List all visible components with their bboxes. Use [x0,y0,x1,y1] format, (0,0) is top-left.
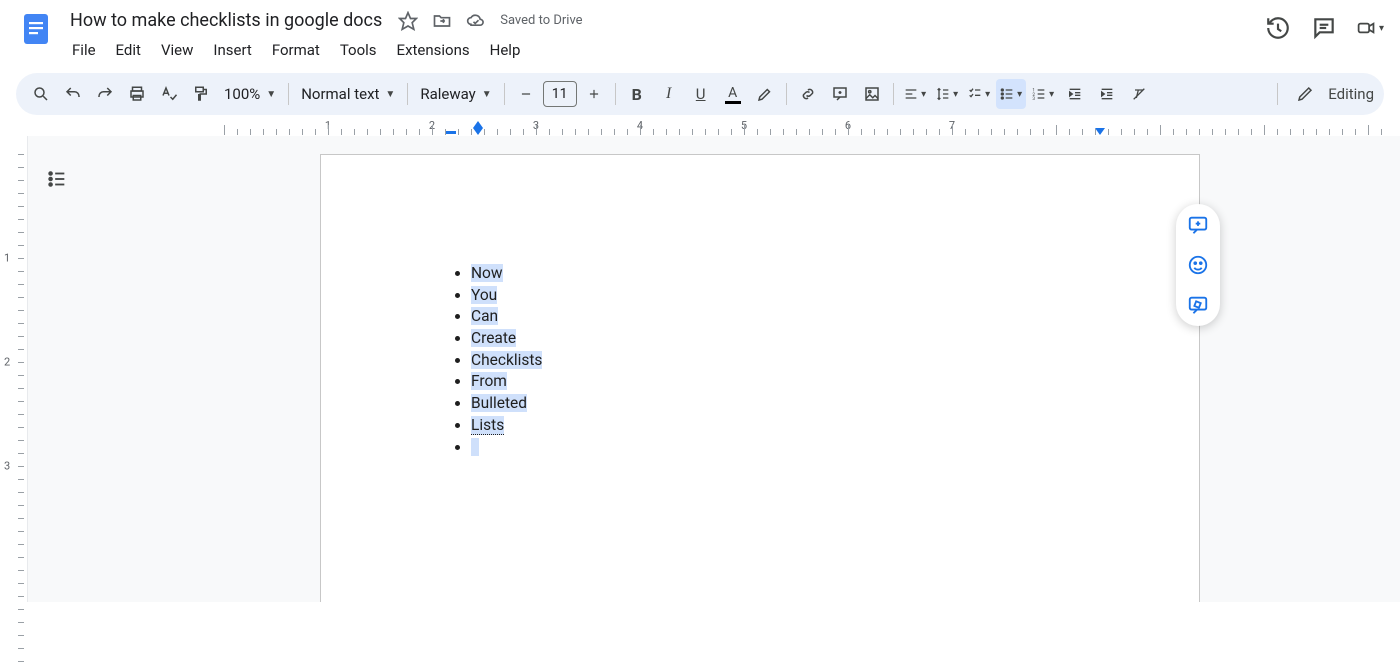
underline-icon[interactable]: U [686,79,716,109]
menu-bar: File Edit View Insert Format Tools Exten… [64,37,1264,63]
menu-tools[interactable]: Tools [332,37,385,63]
zoom-dropdown[interactable]: 100%▼ [218,85,282,103]
undo-icon[interactable] [58,79,88,109]
redo-icon[interactable] [90,79,120,109]
list-item: Checklists [471,350,1199,372]
comments-icon[interactable] [1310,14,1338,42]
document-content[interactable]: Now You Can Create Checklists From Bulle… [321,155,1199,458]
docs-logo[interactable] [16,8,56,48]
document-title[interactable]: How to make checklists in google docs [64,8,388,33]
highlight-icon[interactable] [750,79,780,109]
emoji-reaction-icon[interactable] [1187,254,1209,276]
separator [615,83,616,105]
insert-image-icon[interactable] [857,79,887,109]
insert-link-icon[interactable] [793,79,823,109]
font-size-input[interactable]: 11 [543,81,577,107]
menu-file[interactable]: File [64,37,104,63]
paint-format-icon[interactable] [186,79,216,109]
separator [504,83,505,105]
cloud-done-icon[interactable] [466,11,486,31]
increase-indent-icon[interactable] [1092,79,1122,109]
add-comment-icon[interactable] [1187,214,1209,236]
editing-mode-icon[interactable] [1290,79,1320,109]
list-item: Bulleted [471,393,1199,415]
video-call-icon[interactable] [1356,14,1384,42]
clear-format-icon[interactable] [1124,79,1154,109]
increase-font-icon[interactable] [579,79,609,109]
star-icon[interactable] [398,11,418,31]
separator [786,83,787,105]
paragraph-style-dropdown[interactable]: Normal text▼ [295,85,401,103]
vertical-ruler[interactable]: 123 [0,136,28,602]
align-icon[interactable] [900,79,930,109]
insert-comment-icon[interactable] [825,79,855,109]
decrease-indent-icon[interactable] [1060,79,1090,109]
bold-icon[interactable]: B [622,79,652,109]
document-page[interactable]: Now You Can Create Checklists From Bulle… [320,154,1200,602]
separator [1277,83,1278,105]
list-item: Create [471,328,1199,350]
menu-extensions[interactable]: Extensions [389,37,478,63]
svg-text:3: 3 [1032,96,1035,102]
toolbar: 100%▼ Normal text▼ Raleway▼ 11 B I U A 1… [16,73,1384,115]
saved-status: Saved to Drive [500,13,582,28]
list-item: Lists [471,415,1199,437]
list-item: Can [471,306,1199,328]
menu-edit[interactable]: Edit [108,37,149,63]
list-item: You [471,285,1199,307]
history-icon[interactable] [1264,14,1292,42]
header-right [1264,8,1384,42]
search-menus-icon[interactable] [26,79,56,109]
list-item: From [471,371,1199,393]
separator [288,83,289,105]
move-folder-icon[interactable] [432,11,452,31]
decrease-font-icon[interactable] [511,79,541,109]
bulleted-list-icon[interactable] [996,79,1026,109]
checklist-icon[interactable] [964,79,994,109]
menu-format[interactable]: Format [264,37,328,63]
menu-view[interactable]: View [153,37,201,63]
title-area: How to make checklists in google docs Sa… [64,8,1264,63]
menu-help[interactable]: Help [482,37,529,63]
italic-icon[interactable]: I [654,79,684,109]
list-item: Now [471,263,1199,285]
text-color-icon[interactable]: A [718,79,748,109]
separator [407,83,408,105]
editing-mode-label[interactable]: Editing [1328,85,1374,103]
print-icon[interactable] [122,79,152,109]
menu-insert[interactable]: Insert [205,37,259,63]
font-dropdown[interactable]: Raleway▼ [414,85,497,103]
suggest-edits-icon[interactable] [1187,294,1209,316]
spellcheck-icon[interactable] [154,79,184,109]
separator [893,83,894,105]
document-outline-icon[interactable] [46,168,68,190]
bulleted-list[interactable]: Now You Can Create Checklists From Bulle… [451,263,1199,458]
line-spacing-icon[interactable] [932,79,962,109]
header-bar: How to make checklists in google docs Sa… [0,0,1400,63]
inline-tool-popover [1176,204,1220,326]
list-item [471,437,1199,459]
numbered-list-icon[interactable]: 123 [1028,79,1058,109]
